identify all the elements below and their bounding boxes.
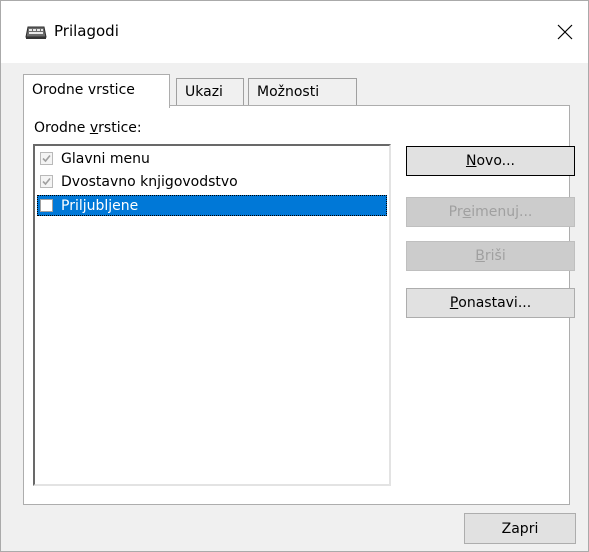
close-icon — [557, 24, 573, 40]
toolbars-list-label: Orodne vrstice: — [34, 120, 142, 136]
keyboard-icon — [25, 25, 47, 41]
window-title: Prilagodi — [54, 22, 119, 40]
list-item-dvostavno-knjigovodstvo[interactable]: Dvostavno knjigovodstvo — [37, 171, 387, 192]
title-bar: Prilagodi — [1, 1, 588, 63]
close-window-button[interactable] — [542, 1, 588, 63]
tab-options[interactable]: Možnosti — [248, 78, 357, 106]
check-icon — [42, 154, 51, 163]
list-item-glavni-menu[interactable]: Glavni menu — [37, 148, 387, 169]
rename-button[interactable]: Pr e imenuj... — [406, 197, 575, 227]
checkbox[interactable] — [40, 199, 53, 212]
list-item-priljubljene[interactable]: Priljubljene — [37, 195, 387, 216]
tab-commands[interactable]: Ukazi — [176, 78, 244, 106]
list-item-label: Dvostavno knjigovodstvo — [61, 173, 238, 190]
list-item-label: Glavni menu — [61, 150, 150, 167]
reset-button[interactable]: Ponastavi... — [406, 288, 575, 318]
checkbox[interactable] — [40, 152, 53, 165]
close-button[interactable]: Zapri — [464, 513, 576, 544]
customize-dialog: Prilagodi Orodne vrstice Ukazi Možnosti … — [0, 0, 589, 552]
toolbars-listbox[interactable]: Glavni menu Dvostavno knjigovodstvo Pril… — [33, 144, 391, 486]
check-icon — [42, 177, 51, 186]
checkbox[interactable] — [40, 175, 53, 188]
new-button[interactable]: Novo... — [406, 146, 575, 176]
tab-toolbars[interactable]: Orodne vrstice — [23, 74, 170, 108]
list-item-label: Priljubljene — [61, 197, 139, 214]
delete-button[interactable]: Briši — [406, 241, 575, 271]
